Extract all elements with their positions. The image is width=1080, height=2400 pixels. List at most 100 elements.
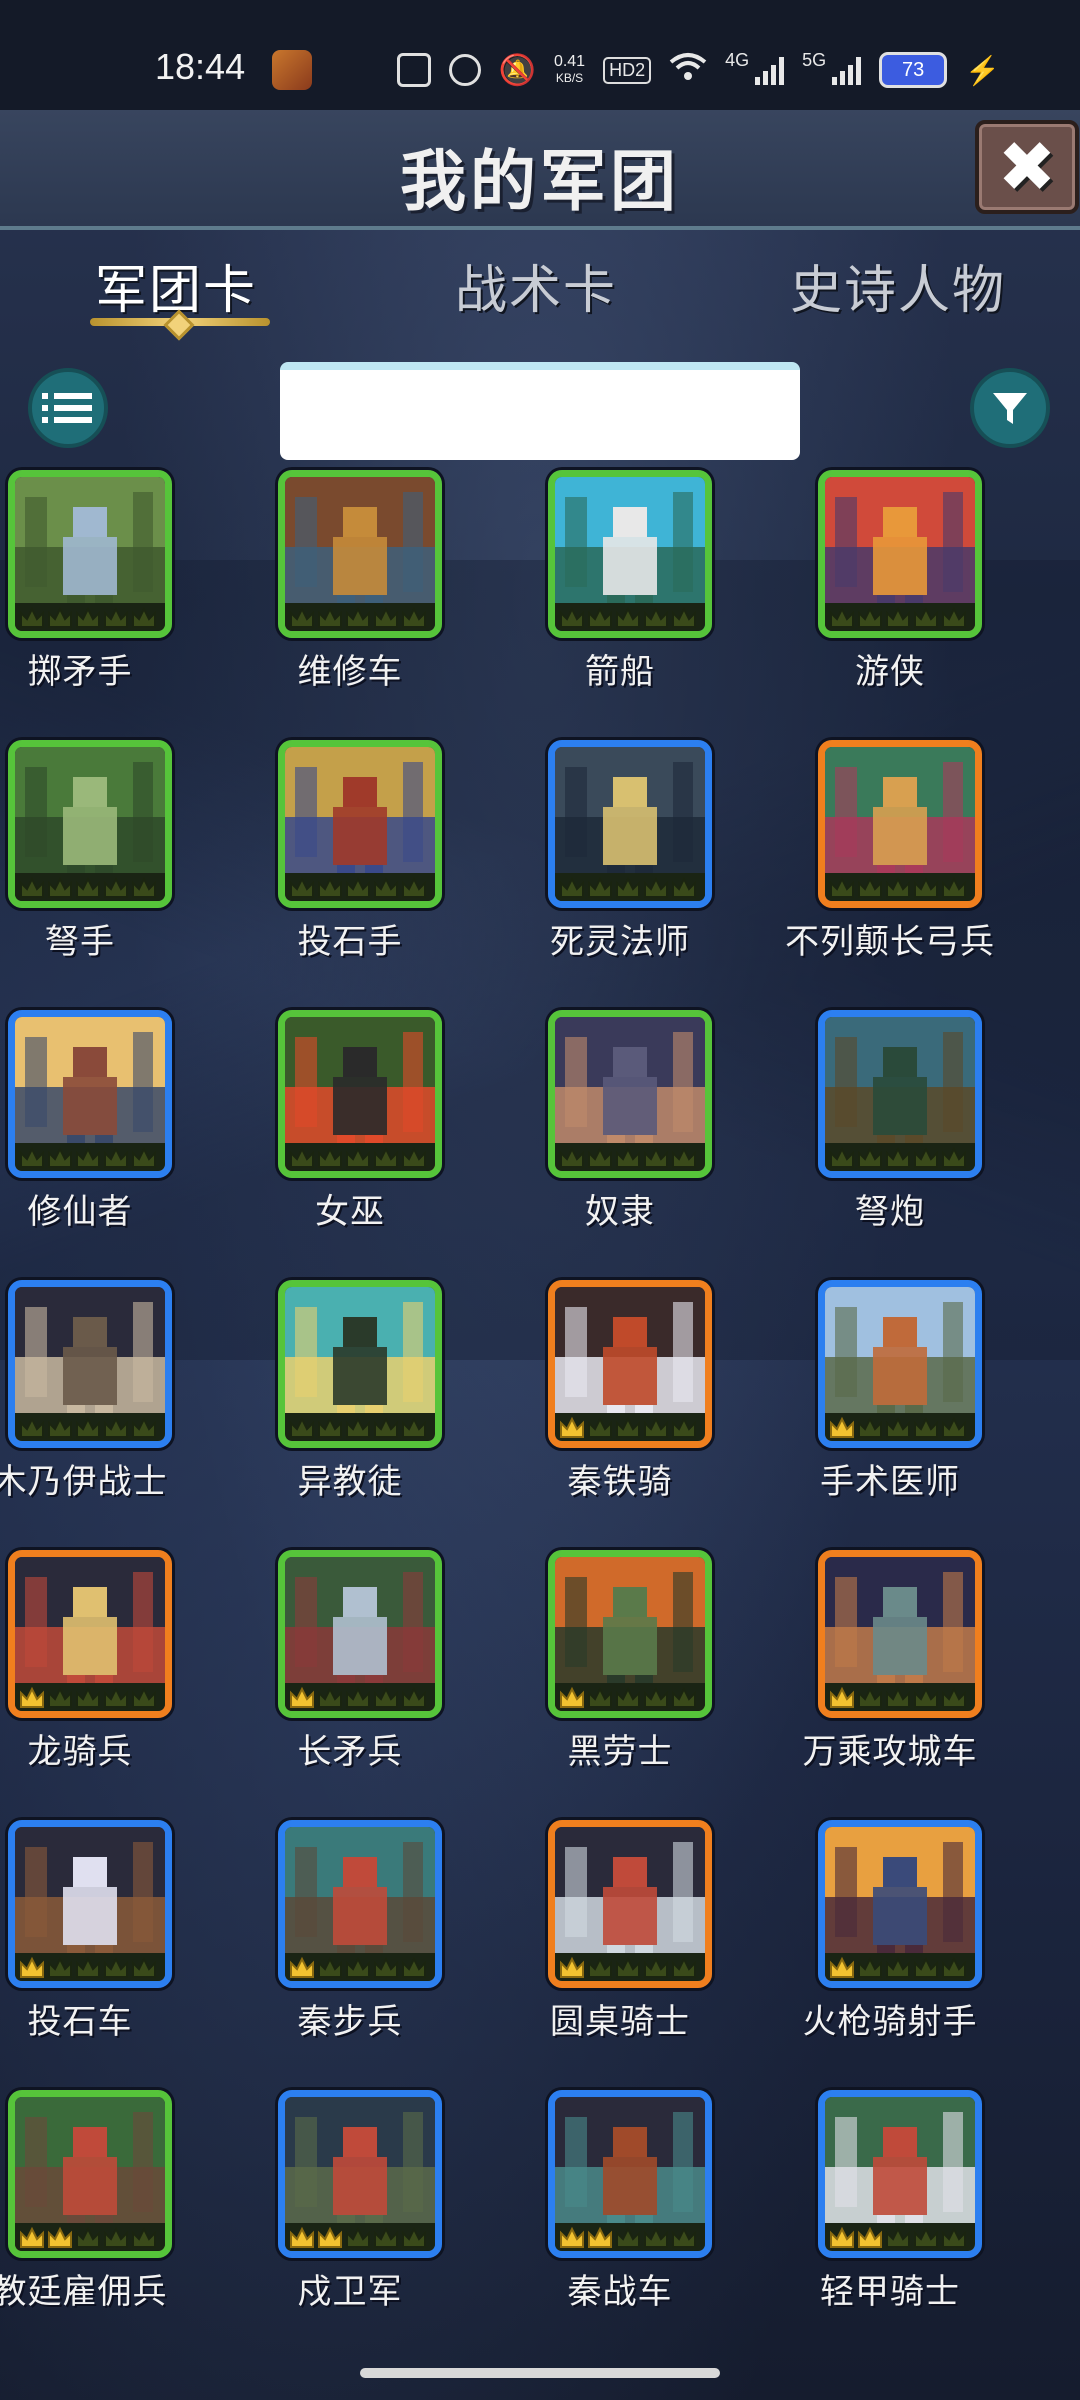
unit-portrait-frame — [278, 2090, 442, 2258]
nfc-icon — [396, 53, 431, 87]
crown-icon — [290, 876, 426, 898]
unit-portrait-frame — [818, 1010, 982, 1178]
unit-portrait-frame — [278, 1280, 442, 1448]
unit-card[interactable]: 轻甲骑士 — [765, 2090, 1015, 2320]
signal-5g-icon — [832, 55, 862, 85]
unit-name: 掷矛手 — [27, 652, 133, 692]
crown-icon — [560, 876, 696, 898]
unit-card[interactable]: 黑劳士 — [495, 1550, 745, 1780]
unit-card[interactable]: 长矛兵 — [225, 1550, 475, 1780]
unit-card[interactable]: 弩手 — [0, 740, 205, 970]
network-5g-label: 5G — [802, 50, 827, 70]
mute-icon: 🔕 — [498, 53, 536, 87]
unit-card[interactable]: 万乘攻城车 — [765, 1550, 1015, 1780]
unit-card[interactable]: 木乃伊战士 — [0, 1280, 205, 1510]
filter-button[interactable] — [970, 368, 1050, 448]
unit-card[interactable]: 弩炮 — [765, 1010, 1015, 1240]
unit-portrait-frame — [8, 1550, 172, 1718]
unit-portrait-frame — [548, 740, 712, 908]
unit-card[interactable]: 龙骑兵 — [0, 1550, 205, 1780]
unit-card[interactable]: 火枪骑射手 — [765, 1820, 1015, 2050]
unit-name: 秦战车 — [567, 2272, 673, 2312]
tab-epic-characters[interactable]: 史诗人物 — [790, 248, 1006, 323]
crown-icon — [290, 1146, 426, 1168]
crown-icon — [560, 606, 696, 628]
wifi-icon — [669, 52, 707, 89]
crown-strip — [285, 1143, 435, 1171]
crown-strip — [15, 2223, 165, 2251]
status-bar: 18:44 🔕 0.41 KB/S HD2 4G 5G 73 ⚡ — [0, 0, 1080, 110]
unit-card[interactable]: 掷矛手 — [0, 470, 205, 700]
unit-portrait-frame — [8, 2090, 172, 2258]
unit-name: 投石手 — [297, 922, 403, 962]
crown-icon — [830, 2226, 966, 2248]
crown-strip — [825, 2223, 975, 2251]
crown-strip — [555, 1143, 705, 1171]
unit-portrait-frame — [278, 1010, 442, 1178]
list-icon-line — [42, 417, 92, 423]
crown-strip — [15, 603, 165, 631]
crown-strip — [555, 1683, 705, 1711]
unit-card[interactable]: 秦战车 — [495, 2090, 745, 2320]
unit-card[interactable]: 投石手 — [225, 740, 475, 970]
battery-icon: 73 — [879, 52, 948, 88]
unit-card[interactable]: 戍卫军 — [225, 2090, 475, 2320]
unit-name: 箭船 — [585, 652, 655, 692]
unit-card[interactable]: 死灵法师 — [495, 740, 745, 970]
unit-card[interactable]: 异教徒 — [225, 1280, 475, 1510]
crown-strip — [555, 2223, 705, 2251]
unit-card[interactable]: 修仙者 — [0, 1010, 205, 1240]
unit-card[interactable]: 女巫 — [225, 1010, 475, 1240]
crown-icon — [290, 2226, 426, 2248]
crown-icon — [560, 2226, 696, 2248]
crown-icon — [830, 876, 966, 898]
unit-name: 秦铁骑 — [567, 1462, 673, 1502]
unit-portrait-frame — [278, 1550, 442, 1718]
unit-portrait-frame — [818, 1550, 982, 1718]
list-icon — [42, 393, 92, 399]
unit-name: 弩炮 — [855, 1192, 925, 1232]
crown-icon — [290, 1416, 426, 1438]
unit-portrait-frame — [548, 1280, 712, 1448]
unit-portrait-frame — [548, 1550, 712, 1718]
unit-portrait-frame — [548, 1820, 712, 1988]
unit-card[interactable]: 箭船 — [495, 470, 745, 700]
unit-card[interactable]: 维修车 — [225, 470, 475, 700]
crown-strip — [15, 1143, 165, 1171]
list-view-button[interactable] — [28, 368, 108, 448]
crown-icon — [290, 606, 426, 628]
unit-portrait-frame — [278, 1820, 442, 1988]
unit-name: 修仙者 — [27, 1192, 133, 1232]
unit-portrait-frame — [818, 740, 982, 908]
search-input[interactable] — [280, 362, 800, 460]
crown-strip — [555, 1953, 705, 1981]
unit-card[interactable]: 投石车 — [0, 1820, 205, 2050]
tab-tactic-cards[interactable]: 战术卡 — [455, 248, 617, 323]
unit-card[interactable]: 秦铁骑 — [495, 1280, 745, 1510]
crown-strip — [555, 603, 705, 631]
unit-name: 弩手 — [45, 922, 115, 962]
unit-portrait-frame — [278, 470, 442, 638]
crown-strip — [825, 1683, 975, 1711]
crown-icon — [20, 1416, 156, 1438]
unit-card[interactable]: 不列颠长弓兵 — [765, 740, 1015, 970]
unit-name: 万乘攻城车 — [802, 1732, 978, 1772]
unit-portrait-frame — [8, 740, 172, 908]
unit-card[interactable]: 圆桌骑士 — [495, 1820, 745, 2050]
crown-strip — [285, 1413, 435, 1441]
unit-card[interactable]: 奴隶 — [495, 1010, 745, 1240]
home-indicator[interactable] — [360, 2368, 720, 2378]
crown-icon — [20, 876, 156, 898]
crown-icon — [560, 1146, 696, 1168]
unit-name: 不列颠长弓兵 — [785, 922, 995, 962]
unit-card[interactable]: 游侠 — [765, 470, 1015, 700]
unit-card[interactable]: 教廷雇佣兵 — [0, 2090, 205, 2320]
crown-icon — [290, 1956, 426, 1978]
unit-portrait-frame — [818, 1280, 982, 1448]
unit-card[interactable]: 秦步兵 — [225, 1820, 475, 2050]
unit-name: 奴隶 — [585, 1192, 655, 1232]
unit-portrait-frame — [548, 1010, 712, 1178]
unit-card[interactable]: 手术医师 — [765, 1280, 1015, 1510]
close-button[interactable]: ✖ — [975, 120, 1079, 214]
page-title: 我的军团 — [400, 143, 680, 220]
